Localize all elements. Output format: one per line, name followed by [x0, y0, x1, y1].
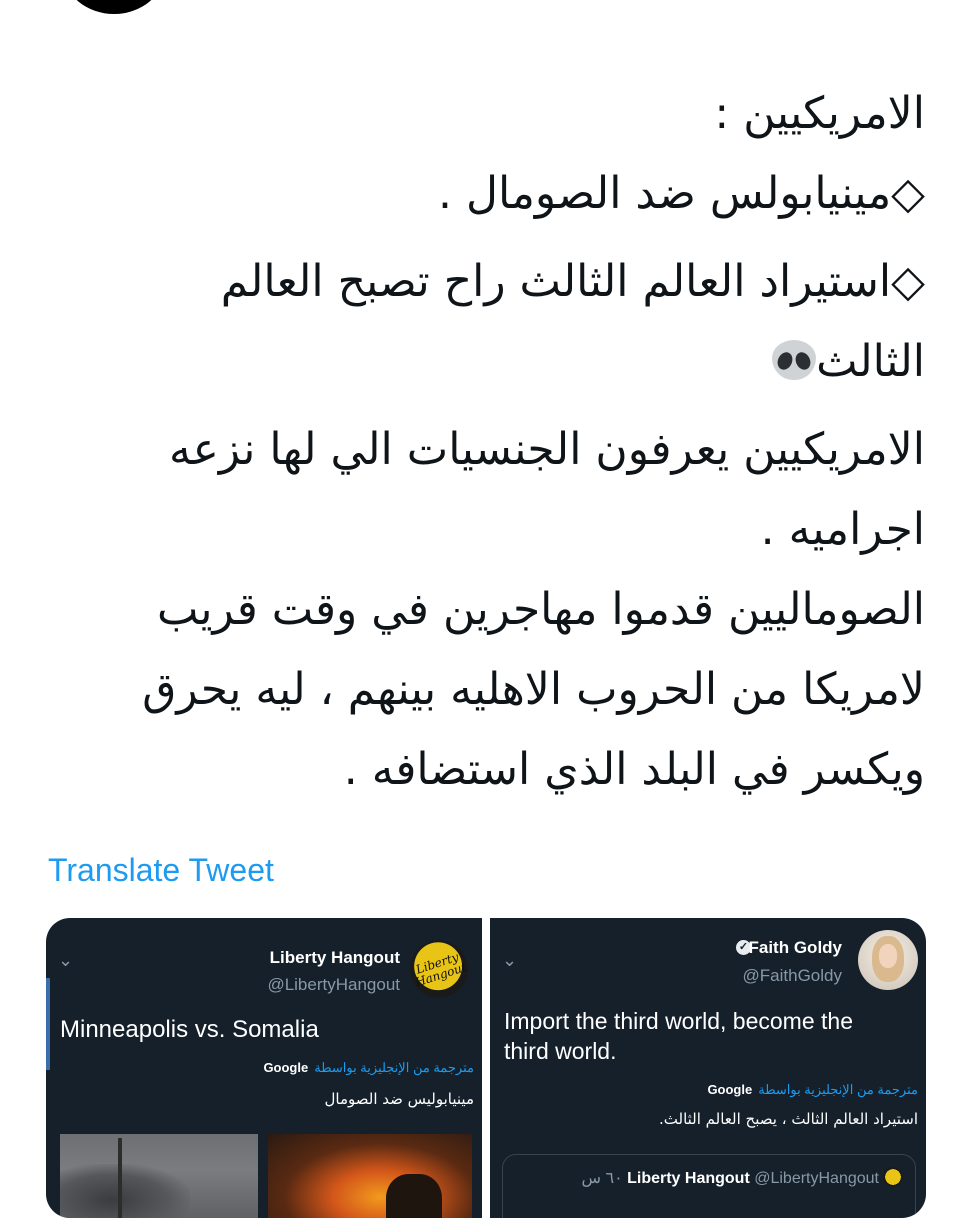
quoted-post-text-line-1: Import the third world, become the	[504, 1008, 853, 1034]
tweet-line-1: الامريكيين :	[714, 88, 925, 139]
translate-tweet-link[interactable]: Translate Tweet	[48, 852, 274, 889]
quoted-author-handle: @FaithGoldy	[742, 966, 842, 985]
translated-by-label: مترجمة من الإنجليزية بواسطة	[758, 1082, 918, 1097]
author-avatar[interactable]	[64, 0, 164, 14]
liberty-hangout-logo: Liberty Hangout	[402, 932, 476, 1006]
translation-attribution: مترجمة من الإنجليزية بواسطة Google	[263, 1060, 474, 1076]
thread-line	[46, 978, 50, 1070]
quoted-author-name: Faith Goldy	[748, 938, 843, 957]
tweet-media-grid[interactable]: ⌄ Liberty Hangout @LibertyHangout Libert…	[46, 918, 926, 1218]
tweet-line-3: ◇استيراد العالم الثالث راح تصبح العالم	[220, 256, 925, 307]
translated-text: مينيابوليس ضد الصومال	[324, 1090, 474, 1108]
translated-text: استيراد العالم الثالث ، يصبح العالم الثا…	[659, 1110, 918, 1128]
tweet-line-6: اجراميه .	[760, 504, 925, 555]
nested-quote-handle: @LibertyHangout	[754, 1170, 879, 1187]
media-image-faith-goldy[interactable]: ⌄ ✓ Faith Goldy @FaithGoldy Import the t…	[490, 918, 926, 1218]
quoted-post-text-line-2: third world.	[504, 1038, 617, 1064]
faith-goldy-avatar	[858, 930, 918, 990]
nested-quote-name: Liberty Hangout	[627, 1170, 750, 1187]
nested-quote-time: ٦٠ س	[581, 1170, 623, 1187]
fire-photo	[268, 1134, 472, 1218]
tweet-line-4-text: الثالث	[816, 336, 925, 387]
translation-attribution: مترجمة من الإنجليزية بواسطة Google	[707, 1082, 918, 1098]
tweet-line-4: الثالث	[40, 322, 925, 402]
logo-text: Liberty Hangout	[413, 949, 469, 990]
translated-by-label: مترجمة من الإنجليزية بواسطة	[314, 1060, 474, 1075]
nested-quote-header: Liberty Hangout @LibertyHangout ٦٠ س	[581, 1167, 903, 1188]
quoted-post-text: Minneapolis vs. Somalia	[60, 1016, 319, 1043]
tweet-text: الامريكيين : ◇مينيابولس ضد الصومال . ◇اس…	[40, 74, 925, 810]
chevron-down-icon: ⌄	[502, 950, 518, 970]
quoted-author-name: Liberty Hangout	[269, 948, 400, 967]
google-label: Google	[263, 1060, 309, 1075]
tweet-line-2: ◇مينيابولس ضد الصومال .	[438, 168, 925, 219]
quoted-author-handle: @LibertyHangout	[267, 975, 400, 994]
nested-quote-tweet[interactable]: Liberty Hangout @LibertyHangout ٦٠ س	[502, 1154, 916, 1218]
smoke-photo	[60, 1134, 258, 1218]
tweet-line-9: ويكسر في البلد الذي استضافه .	[343, 744, 925, 795]
liberty-hangout-mini-logo	[883, 1167, 903, 1187]
google-label: Google	[707, 1082, 753, 1097]
alien-icon	[772, 340, 817, 380]
tweet-line-7: الصوماليين قدموا مهاجرين في وقت قريب	[157, 584, 925, 635]
media-image-liberty-hangout[interactable]: ⌄ Liberty Hangout @LibertyHangout Libert…	[46, 918, 482, 1218]
tweet-line-5: الامريكيين يعرفون الجنسيات الي لها نزعه	[169, 424, 925, 475]
chevron-down-icon: ⌄	[58, 950, 74, 970]
tweet-line-8: لامريكا من الحروب الاهليه بينهم ، ليه يح…	[142, 664, 925, 715]
